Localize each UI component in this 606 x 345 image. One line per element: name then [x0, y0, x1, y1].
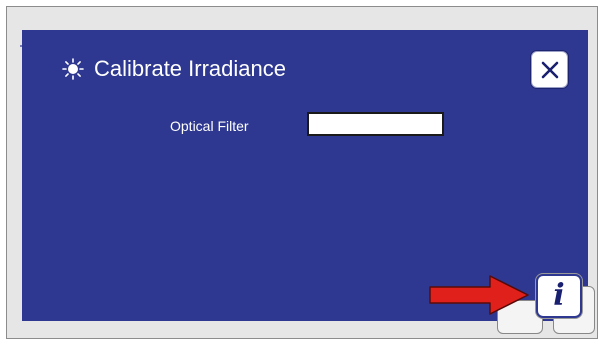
- dialog-title: Calibrate Irradiance: [94, 56, 286, 81]
- close-button[interactable]: [531, 51, 568, 88]
- sun-icon: [62, 58, 84, 80]
- red-arrow-icon: [429, 275, 529, 315]
- optical-filter-input[interactable]: [307, 112, 444, 136]
- info-icon: i: [553, 278, 565, 313]
- dialog-header: Calibrate Irradiance: [62, 56, 286, 82]
- crosshair-icon: [20, 38, 36, 54]
- info-button[interactable]: i: [536, 274, 582, 318]
- optical-filter-label: Optical Filter: [170, 118, 249, 134]
- close-icon: [541, 61, 558, 78]
